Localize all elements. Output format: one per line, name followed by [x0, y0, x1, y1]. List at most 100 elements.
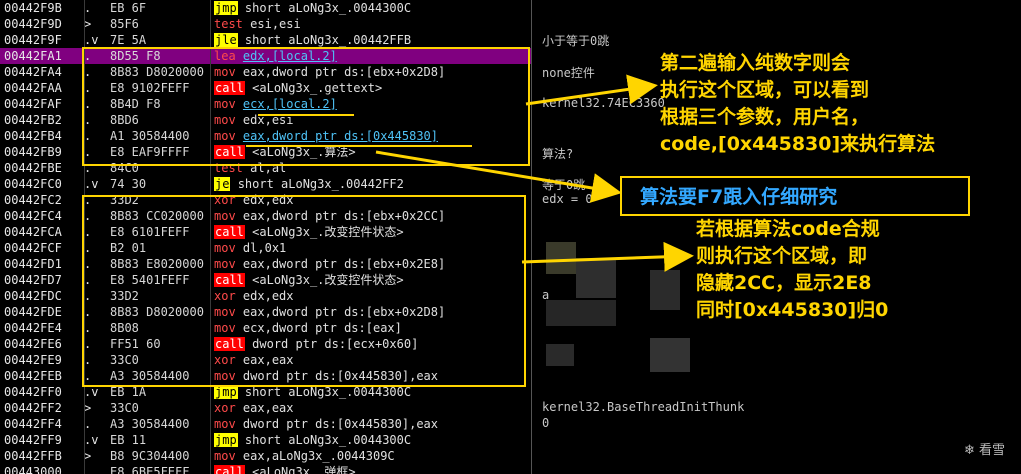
address-cell: 00442FCF	[4, 241, 62, 255]
instruction-cell: test esi,esi	[214, 16, 301, 32]
blurred-region	[650, 338, 690, 372]
disasm-row[interactable]: 00442F9F .v 7E 5A jle short aLoNg3x_.00442F…	[0, 32, 531, 48]
disasm-row[interactable]: 00442FF9 .v EB 11 jmp short aLoNg3x_.004430…	[0, 432, 531, 448]
annotation-second-input: 第二遍输入纯数字则会 执行这个区域，可以看到 根据三个参数，用户名， code,…	[660, 52, 936, 155]
comment-zero: 0	[542, 416, 550, 430]
blurred-region	[546, 242, 576, 274]
valid-code-region	[82, 195, 526, 387]
address-cell: 00442FE9	[4, 353, 62, 367]
address-cell: 00443000	[4, 465, 62, 474]
comment-none-control: none控件	[542, 66, 595, 80]
disasm-row[interactable]: 00442F9D >85F6 test esi,esi	[0, 16, 531, 32]
instruction-cell: jmp short aLoNg3x_.0044300C	[214, 432, 411, 448]
disasm-row[interactable]: 00442FF4. A3 30584400 mov dword ptr ds:[0x…	[0, 416, 531, 432]
instruction-cell: jmp short aLoNg3x_.0044300C	[214, 0, 411, 16]
address-cell: 00442FAA	[4, 81, 62, 95]
address-cell: 00442F9F	[4, 33, 62, 47]
mnemonic: xor	[214, 401, 236, 415]
disasm-row[interactable]: 00442F9B. EB 6F jmp short aLoNg3x_.0044300…	[0, 0, 531, 16]
operand: short aLoNg3x_.00442FFB	[244, 33, 412, 47]
flow-marker: .v	[84, 177, 99, 191]
address-cell: 00442FF4	[4, 417, 62, 431]
hex-cell: EB 6F	[110, 1, 147, 15]
disasm-row[interactable]: 00442FFB > B8 9C304400 mov eax,aLoNg3x_.004…	[0, 448, 531, 464]
address-cell: 00442FC0	[4, 177, 62, 191]
disasm-row[interactable]: 00442FC0 .v 74 30 je short aLoNg3x_.00442FF…	[0, 176, 531, 192]
watermark-text: 看雪	[978, 443, 1005, 458]
hex-cell: A3 30584400	[110, 417, 190, 431]
address-cell: 00442F9B	[4, 1, 62, 15]
comment-base-thread: kernel32.BaseThreadInitThunk	[542, 400, 745, 414]
operand: eax,eax	[242, 401, 294, 415]
instruction-cell: mov dword ptr ds:[0x445830],eax	[214, 416, 438, 432]
hex-cell: B8 9C304400	[110, 449, 190, 463]
operand: dword ptr ds:[0x445830],eax	[242, 417, 438, 431]
underline-marker	[246, 145, 472, 147]
address-cell: 00442FA1	[4, 49, 62, 63]
instruction-cell: mov eax,aLoNg3x_.0044309C	[214, 448, 395, 464]
flow-marker: .v	[84, 33, 99, 47]
underline-marker	[258, 114, 354, 116]
mnemonic: call	[214, 465, 245, 474]
mnemonic: mov	[214, 449, 236, 463]
blurred-region	[546, 300, 616, 326]
address-cell: 00442FDE	[4, 305, 62, 319]
address-cell: 00442FB2	[4, 113, 62, 127]
hex-cell: 33C0	[110, 401, 139, 415]
operand: esi,esi	[250, 17, 301, 31]
address-cell: 00442FFB	[4, 449, 62, 463]
operand: eax,aLoNg3x_.0044309C	[242, 449, 395, 463]
address-cell: 00442FE4	[4, 321, 62, 335]
address-cell: 00442FEB	[4, 369, 62, 383]
flow-marker: >	[84, 401, 92, 415]
address-cell: 00442FAF	[4, 97, 62, 111]
flow-marker: >	[84, 17, 92, 31]
address-cell: 00442FCA	[4, 225, 62, 239]
flow-marker: .	[84, 1, 92, 15]
mnemonic: je	[214, 177, 231, 191]
blurred-region	[546, 344, 574, 366]
comment-edx-zero: edx = 0	[542, 192, 593, 206]
instruction-cell: jle short aLoNg3x_.00442FFB	[214, 32, 411, 48]
instruction-cell: xor eax,eax	[214, 400, 294, 416]
hex-cell: EB 11	[110, 433, 147, 447]
mnemonic: jmp	[214, 385, 238, 399]
address-cell: 00442FB4	[4, 129, 62, 143]
watermark: ❄ 看雪	[963, 443, 1005, 458]
address-cell: 00442FB9	[4, 145, 62, 159]
pane-divider	[531, 0, 532, 474]
comment-algorithm: 算法?	[542, 147, 574, 161]
annotation-valid-code: 若根据算法code合规 则执行这个区域，即 隐藏2CC，显示2E8 同时[0x4…	[696, 218, 889, 321]
address-cell: 00442FC4	[4, 209, 62, 223]
mnemonic: jle	[214, 33, 238, 47]
address-cell: 00442FBE	[4, 161, 62, 175]
disasm-row[interactable]: 00443000. E8 6BE5FEFF call <aLoNg3x_.弹框>	[0, 464, 531, 474]
flow-marker: .	[84, 465, 92, 474]
comment-le-jump: 小于等于0跳	[542, 34, 610, 48]
operand: short aLoNg3x_.00442FF2	[237, 177, 404, 191]
operand: <aLoNg3x_.弹框>	[252, 465, 356, 474]
flow-marker: .v	[84, 433, 99, 447]
hex-cell: 85F6	[110, 17, 139, 31]
operand: short aLoNg3x_.0044300C	[244, 433, 412, 447]
mnemonic: jmp	[214, 433, 238, 447]
hex-cell: 74 30	[110, 177, 147, 191]
flow-marker: .	[84, 417, 92, 431]
address-cell: 00442FF2	[4, 401, 62, 415]
flow-marker: >	[84, 449, 92, 463]
hex-cell: E8 6BE5FEFF	[110, 465, 190, 474]
disasm-row[interactable]: 00442FF2 >33C0 xor eax,eax	[0, 400, 531, 416]
mnemonic: test	[214, 17, 243, 31]
instruction-cell: je short aLoNg3x_.00442FF2	[214, 176, 404, 192]
hex-cell: 7E 5A	[110, 33, 147, 47]
blurred-region	[576, 258, 616, 298]
comment-kernel32-addr: kernel32.74EC3360	[542, 96, 665, 110]
mnemonic: mov	[214, 417, 236, 431]
operand: short aLoNg3x_.0044300C	[244, 1, 412, 15]
annotation-f7: 算法要F7跟入仔细研究	[640, 186, 838, 208]
blurred-region	[650, 270, 680, 310]
comment-eq-jump: 等于0跳	[542, 178, 586, 192]
address-cell: 00442FD1	[4, 257, 62, 271]
address-cell: 00442FF0	[4, 385, 62, 399]
address-cell: 00442FC2	[4, 193, 62, 207]
